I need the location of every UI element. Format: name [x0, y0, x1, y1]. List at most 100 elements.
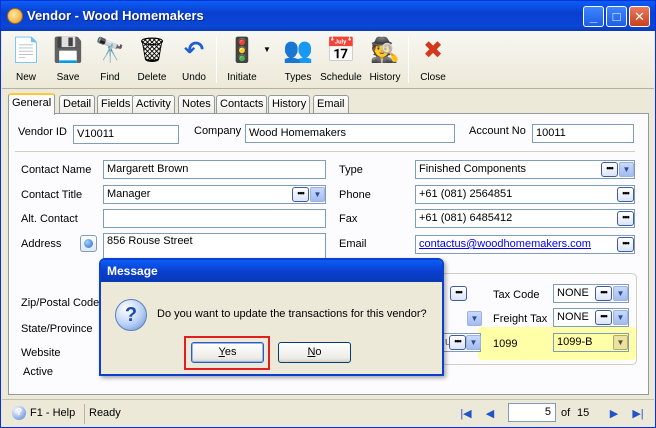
close-icon: ✖	[422, 37, 444, 64]
question-icon: ?	[115, 299, 147, 331]
find-button[interactable]: 🔭 Find	[89, 34, 131, 86]
email-more-button[interactable]: •••	[617, 237, 634, 252]
dialog-message: Do you want to update the transactions f…	[157, 308, 427, 320]
next-record-icon[interactable]: ▶	[606, 407, 622, 421]
schedule-label: Schedule	[320, 72, 362, 83]
vendor-id-field[interactable]: V10011	[73, 125, 179, 144]
status-bar: ? F1 - Help Ready |◀ ◀ 5 of 15 ▶ ▶|	[2, 399, 654, 427]
type-dropdown-icon[interactable]: ▼	[619, 162, 634, 177]
yes-button[interactable]: Yes	[191, 342, 264, 363]
close-button[interactable]: ✖ Close	[412, 34, 454, 86]
schedule-icon: 📅	[326, 37, 356, 64]
partial-more-button-2[interactable]: •••	[449, 335, 466, 350]
tab-detail[interactable]: Detail	[59, 95, 96, 114]
message-dialog: Message ? Do you want to update the tran…	[99, 258, 444, 376]
first-record-icon[interactable]: |◀	[458, 407, 474, 421]
close-window-button[interactable]: ✕	[629, 6, 650, 27]
initiate-label: Initiate	[227, 72, 257, 83]
state-label: State/Province	[21, 323, 93, 335]
help-text[interactable]: F1 - Help	[30, 407, 75, 419]
tab-email[interactable]: Email	[313, 95, 349, 114]
total-records: 15	[577, 407, 590, 419]
find-label: Find	[100, 72, 120, 83]
find-icon: 🔭	[95, 37, 125, 64]
dialog-title[interactable]: Message	[101, 260, 442, 282]
history-button[interactable]: 🕵 History	[364, 34, 406, 86]
tax-code-label: Tax Code	[493, 289, 540, 301]
tab-history[interactable]: History	[268, 95, 311, 114]
title-bar[interactable]: Vendor - Wood Homemakers _ □ ✕	[1, 1, 655, 31]
globe-icon	[84, 239, 93, 248]
save-button[interactable]: 💾 Save	[47, 34, 89, 86]
contact-title-dropdown-icon[interactable]: ▼	[310, 187, 325, 202]
types-label: Types	[284, 72, 312, 83]
initiate-dropdown-icon[interactable]: ▼	[263, 45, 271, 54]
freight-tax-dropdown-icon[interactable]: ▼	[613, 310, 628, 325]
history-label: History	[369, 72, 401, 83]
dropdown-1099-icon[interactable]: ▼	[613, 335, 628, 350]
new-label: New	[15, 72, 36, 83]
schedule-button[interactable]: 📅 Schedule	[320, 34, 362, 86]
maximize-button[interactable]: □	[606, 6, 627, 27]
partial-dropdown-icon-2[interactable]: ▼	[466, 335, 481, 350]
undo-button[interactable]: ↶ Undo	[173, 34, 215, 86]
save-icon: 💾	[53, 37, 83, 64]
partial-more-button[interactable]: •••	[450, 286, 467, 301]
tax-code-dropdown-icon[interactable]: ▼	[613, 286, 628, 301]
vendor-window: Vendor - Wood Homemakers _ □ ✕ 📄 New 💾 S…	[0, 0, 656, 428]
close-label: Close	[420, 72, 446, 83]
company-field[interactable]: Wood Homemakers	[245, 124, 455, 143]
alt-contact-field[interactable]	[103, 209, 326, 228]
undo-icon: ↶	[183, 37, 205, 64]
zip-label: Zip/Postal Code	[21, 297, 100, 309]
address-label: Address	[21, 238, 62, 250]
type-more-button[interactable]: •••	[601, 162, 618, 177]
status-text: Ready	[89, 407, 121, 419]
last-record-icon[interactable]: ▶|	[630, 407, 646, 421]
phone-field[interactable]: +61 (081) 2564851	[415, 185, 635, 204]
account-no-field[interactable]: 10011	[532, 124, 634, 143]
delete-icon: 🗑	[137, 37, 168, 64]
email-label: Email	[339, 238, 367, 250]
tab-notes[interactable]: Notes	[178, 95, 215, 114]
fax-more-button[interactable]: •••	[617, 211, 634, 226]
tab-fields[interactable]: Fields	[97, 95, 135, 114]
tab-general[interactable]: General	[8, 93, 56, 115]
new-button[interactable]: 📄 New	[5, 34, 47, 86]
address-field[interactable]: 856 Rouse Street	[103, 233, 326, 261]
divider	[15, 151, 635, 152]
delete-label: Delete	[137, 72, 167, 83]
freight-tax-more-button[interactable]: •••	[595, 310, 612, 325]
phone-more-button[interactable]: •••	[617, 187, 634, 202]
email-field[interactable]: contactus@woodhomemakers.com	[415, 235, 635, 254]
undo-label: Undo	[182, 72, 206, 83]
help-icon[interactable]: ?	[12, 406, 26, 420]
initiate-button[interactable]: 🚦 Initiate	[221, 34, 263, 86]
partial-dropdown-icon[interactable]: ▼	[467, 311, 482, 326]
record-number-field[interactable]: 5	[508, 403, 556, 422]
website-label: Website	[21, 347, 61, 359]
minimize-button[interactable]: _	[583, 6, 604, 27]
fax-field[interactable]: +61 (081) 6485412	[415, 209, 635, 228]
toolbar-separator	[408, 37, 409, 83]
contact-name-field[interactable]: Margarett Brown	[103, 160, 326, 179]
tab-contacts[interactable]: Contacts	[216, 95, 268, 114]
alt-contact-label: Alt. Contact	[21, 213, 78, 225]
delete-button[interactable]: 🗑 Delete	[131, 34, 173, 86]
tax-code-more-button[interactable]: •••	[595, 286, 612, 301]
toolbar: 📄 New 💾 Save 🔭 Find 🗑 Delete ↶ Undo 🚦 In…	[2, 31, 654, 89]
no-button[interactable]: No	[278, 342, 351, 363]
types-icon: 👥	[283, 37, 313, 64]
tab-activity[interactable]: Activity	[132, 95, 175, 114]
contact-title-more-button[interactable]: •••	[292, 187, 309, 202]
active-label: Active	[23, 366, 53, 378]
previous-record-icon[interactable]: ◀	[482, 407, 498, 421]
vendor-id-label: Vendor ID	[18, 126, 67, 138]
label-1099: 1099	[493, 338, 518, 350]
types-button[interactable]: 👥 Types	[277, 34, 319, 86]
new-icon: 📄	[11, 37, 41, 64]
address-map-button[interactable]	[80, 235, 97, 252]
window-title: Vendor - Wood Homemakers	[27, 8, 204, 23]
save-label: Save	[56, 72, 80, 83]
account-no-label: Account No	[469, 125, 526, 137]
